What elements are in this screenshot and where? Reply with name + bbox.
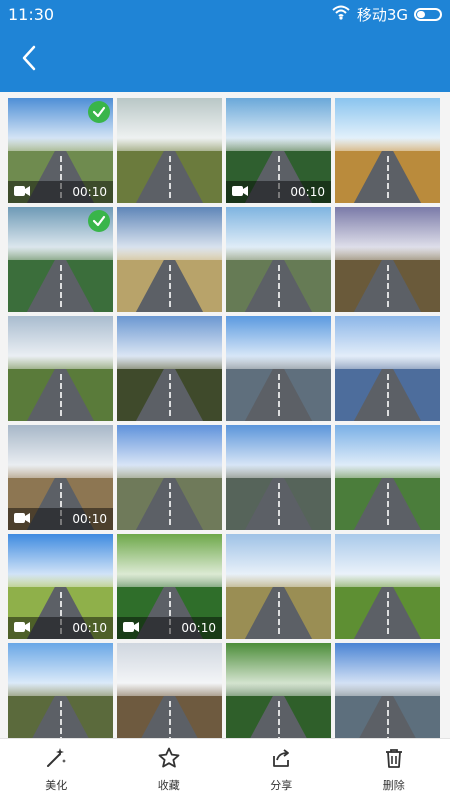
media-thumbnail[interactable] (335, 643, 440, 738)
magic-wand-icon (44, 746, 68, 773)
media-thumbnail[interactable] (117, 98, 222, 203)
media-grid: 00:10 00:10 00:10 00:10 00:10 (0, 92, 450, 738)
wifi-icon (331, 4, 351, 24)
video-info-bar: 00:10 (8, 617, 113, 639)
bottom-toolbar: 美化 收藏 分享 删除 (0, 738, 450, 800)
media-thumbnail[interactable] (335, 534, 440, 639)
media-thumbnail[interactable]: 00:10 (8, 425, 113, 530)
media-thumbnail[interactable]: 00:10 (226, 98, 331, 203)
video-info-bar: 00:10 (117, 617, 222, 639)
back-button[interactable] (12, 42, 46, 78)
favorite-label: 收藏 (157, 779, 180, 792)
media-thumbnail[interactable] (117, 207, 222, 312)
media-thumbnail[interactable] (117, 425, 222, 530)
trash-icon (382, 746, 406, 773)
media-thumbnail[interactable] (117, 316, 222, 421)
video-info-bar: 00:10 (226, 181, 331, 203)
delete-label: 删除 (382, 779, 405, 792)
share-button[interactable]: 分享 (225, 739, 338, 800)
beautify-label: 美化 (45, 779, 68, 792)
video-camera-icon (232, 185, 248, 200)
media-thumbnail[interactable] (8, 207, 113, 312)
video-camera-icon (14, 621, 30, 636)
media-thumbnail[interactable] (226, 207, 331, 312)
battery-icon (414, 7, 442, 21)
status-bar: 11:30 移动3G (0, 0, 450, 28)
media-thumbnail[interactable]: 00:10 (8, 534, 113, 639)
network-label: 移动3G (356, 5, 408, 24)
video-info-bar: 00:10 (8, 508, 113, 530)
media-thumbnail[interactable]: 00:10 (8, 98, 113, 203)
media-thumbnail[interactable] (117, 643, 222, 738)
video-camera-icon (14, 512, 30, 527)
media-thumbnail[interactable] (335, 207, 440, 312)
media-thumbnail[interactable] (226, 316, 331, 421)
status-right: 移动3G (331, 4, 442, 25)
delete-button[interactable]: 删除 (338, 739, 450, 800)
video-duration: 00:10 (72, 621, 107, 635)
media-thumbnail[interactable] (226, 425, 331, 530)
share-icon (269, 746, 293, 773)
status-time: 11:30 (8, 4, 55, 24)
media-thumbnail[interactable]: 00:10 (117, 534, 222, 639)
share-label: 分享 (270, 779, 293, 792)
media-thumbnail[interactable] (8, 643, 113, 738)
media-thumbnail[interactable] (335, 316, 440, 421)
media-thumbnail[interactable] (335, 98, 440, 203)
video-duration: 00:10 (72, 185, 107, 199)
media-thumbnail[interactable] (226, 643, 331, 738)
chevron-left-icon (21, 45, 37, 75)
media-thumbnail[interactable] (335, 425, 440, 530)
favorite-button[interactable]: 收藏 (113, 739, 226, 800)
video-info-bar: 00:10 (8, 181, 113, 203)
star-icon (157, 746, 181, 773)
video-duration: 00:10 (181, 621, 216, 635)
video-camera-icon (14, 185, 30, 200)
beautify-button[interactable]: 美化 (0, 739, 113, 800)
video-duration: 00:10 (72, 512, 107, 526)
media-thumbnail[interactable] (8, 316, 113, 421)
video-camera-icon (123, 621, 139, 636)
video-duration: 00:10 (290, 185, 325, 199)
media-thumbnail[interactable] (226, 534, 331, 639)
selected-check-icon (88, 101, 110, 123)
selected-check-icon (88, 210, 110, 232)
top-navigation-bar (0, 28, 450, 92)
